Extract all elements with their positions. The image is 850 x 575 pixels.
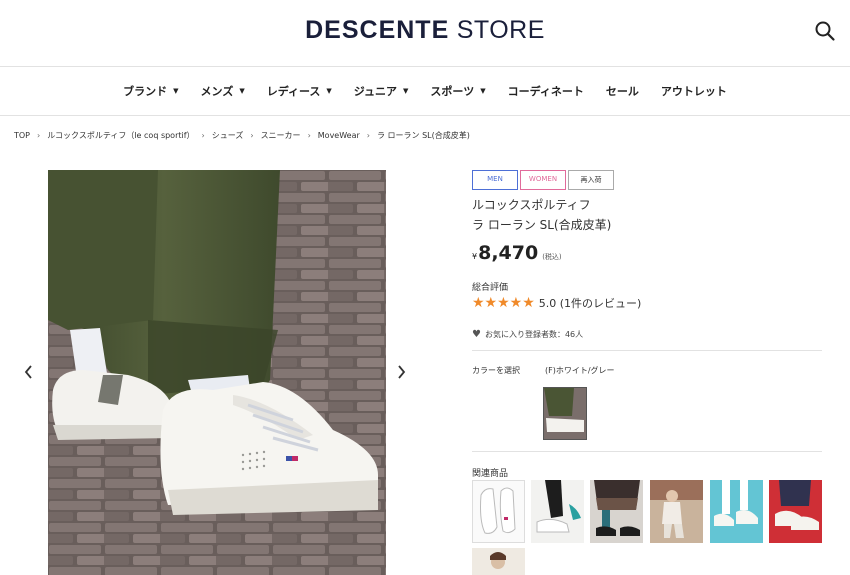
related-product-3[interactable]	[590, 480, 643, 543]
nav-item-junior[interactable]: ジュニア ▼	[354, 83, 409, 99]
chevron-down-icon: ▼	[480, 87, 486, 95]
gallery-next-arrow-icon[interactable]	[394, 363, 408, 381]
nav-item-coordinate[interactable]: コーディネート	[508, 83, 584, 99]
related-product-thumbnail	[590, 480, 643, 543]
breadcrumb-sneakers[interactable]: スニーカー	[261, 130, 301, 141]
favorite-count-text: お気に入り登録者数：46人	[484, 330, 584, 339]
product-brand[interactable]: ルコックスポルティフ	[472, 196, 591, 213]
related-product-thumbnail	[650, 480, 703, 543]
breadcrumb: TOP › ルコックスポルティフ（le coq sportif） › シューズ …	[14, 130, 470, 141]
global-nav: ブランド ▼ メンズ ▼ レディース ▼ ジュニア ▼ スポーツ ▼ コーディネート セー…	[0, 67, 850, 116]
site-logo[interactable]: DESCENTE STORE	[0, 16, 850, 45]
product-main-image[interactable]	[48, 170, 386, 575]
breadcrumb-brand[interactable]: ルコックスポルティフ（le coq sportif）	[47, 130, 194, 141]
swatch-thumbnail	[544, 388, 586, 439]
star-rating-icon: ★★★★★	[472, 295, 535, 311]
search-icon[interactable]	[814, 20, 836, 42]
chevron-down-icon: ▼	[173, 87, 179, 95]
breadcrumb-separator: ›	[37, 131, 41, 140]
product-name: ラ ローラン SL(合成皮革)	[472, 218, 612, 232]
price-tax-note: (税込)	[542, 253, 562, 261]
nav-item-sale[interactable]: セール	[606, 83, 639, 99]
rating-text: 5.0 (1件のレビュー)	[538, 297, 642, 310]
product-tags: MEN WOMEN 再入荷	[472, 170, 616, 190]
related-product-4[interactable]	[650, 480, 703, 543]
gallery-prev-arrow-icon[interactable]	[22, 363, 36, 381]
related-product-1[interactable]	[472, 480, 525, 543]
nav-item-mens[interactable]: メンズ ▼	[201, 83, 245, 99]
breadcrumb-separator: ›	[250, 131, 254, 140]
color-swatch-white-grey[interactable]	[543, 387, 587, 440]
breadcrumb-movewear[interactable]: MoveWear	[318, 131, 360, 140]
related-product-7[interactable]	[472, 548, 525, 575]
breadcrumb-separator: ›	[307, 131, 311, 140]
breadcrumb-current: ラ ローラン SL(合成皮革)	[376, 131, 470, 140]
divider	[472, 451, 822, 452]
related-product-thumbnail	[472, 548, 525, 575]
nav-item-sports[interactable]: スポーツ ▼	[430, 83, 485, 99]
product-photo	[48, 170, 386, 575]
related-product-6[interactable]	[769, 480, 822, 543]
related-product-thumbnail	[710, 480, 763, 543]
price-value: 8,470	[478, 242, 539, 264]
related-product-thumbnail	[769, 480, 822, 543]
nav-item-ladies[interactable]: レディース ▼	[267, 83, 332, 99]
related-product-5[interactable]	[710, 480, 763, 543]
site-header: DESCENTE STORE	[0, 0, 850, 67]
related-product-thumbnail	[473, 481, 524, 542]
related-product-thumbnail	[531, 480, 584, 543]
breadcrumb-separator: ›	[201, 131, 205, 140]
rating-label: 総合評価	[472, 283, 509, 293]
nav-item-outlet[interactable]: アウトレット	[661, 83, 727, 99]
related-product-2[interactable]	[531, 480, 584, 543]
rating[interactable]: ★★★★★ 5.0 (1件のレビュー)	[472, 295, 641, 311]
breadcrumb-shoes[interactable]: シューズ	[212, 130, 244, 141]
divider	[472, 350, 822, 351]
product-price: ¥ 8,470 (税込)	[472, 242, 562, 264]
breadcrumb-top[interactable]: TOP	[14, 131, 30, 140]
chevron-down-icon: ▼	[239, 87, 245, 95]
color-select-label: カラーを選択	[472, 366, 520, 375]
tag-restock: 再入荷	[568, 170, 614, 190]
tag-men: MEN	[472, 170, 518, 190]
price-currency: ¥	[472, 252, 478, 261]
favorite-count: ♥ お気に入り登録者数：46人	[472, 329, 583, 340]
nav-item-brand[interactable]: ブランド ▼	[123, 83, 178, 99]
breadcrumb-separator: ›	[366, 131, 370, 140]
chevron-down-icon: ▼	[403, 87, 409, 95]
heart-icon[interactable]: ♥	[472, 329, 481, 340]
color-selected-value: (F)ホワイト/グレー	[545, 366, 615, 375]
related-products-label: 関連商品	[472, 469, 509, 479]
chevron-down-icon: ▼	[326, 87, 332, 95]
tag-women: WOMEN	[520, 170, 566, 190]
